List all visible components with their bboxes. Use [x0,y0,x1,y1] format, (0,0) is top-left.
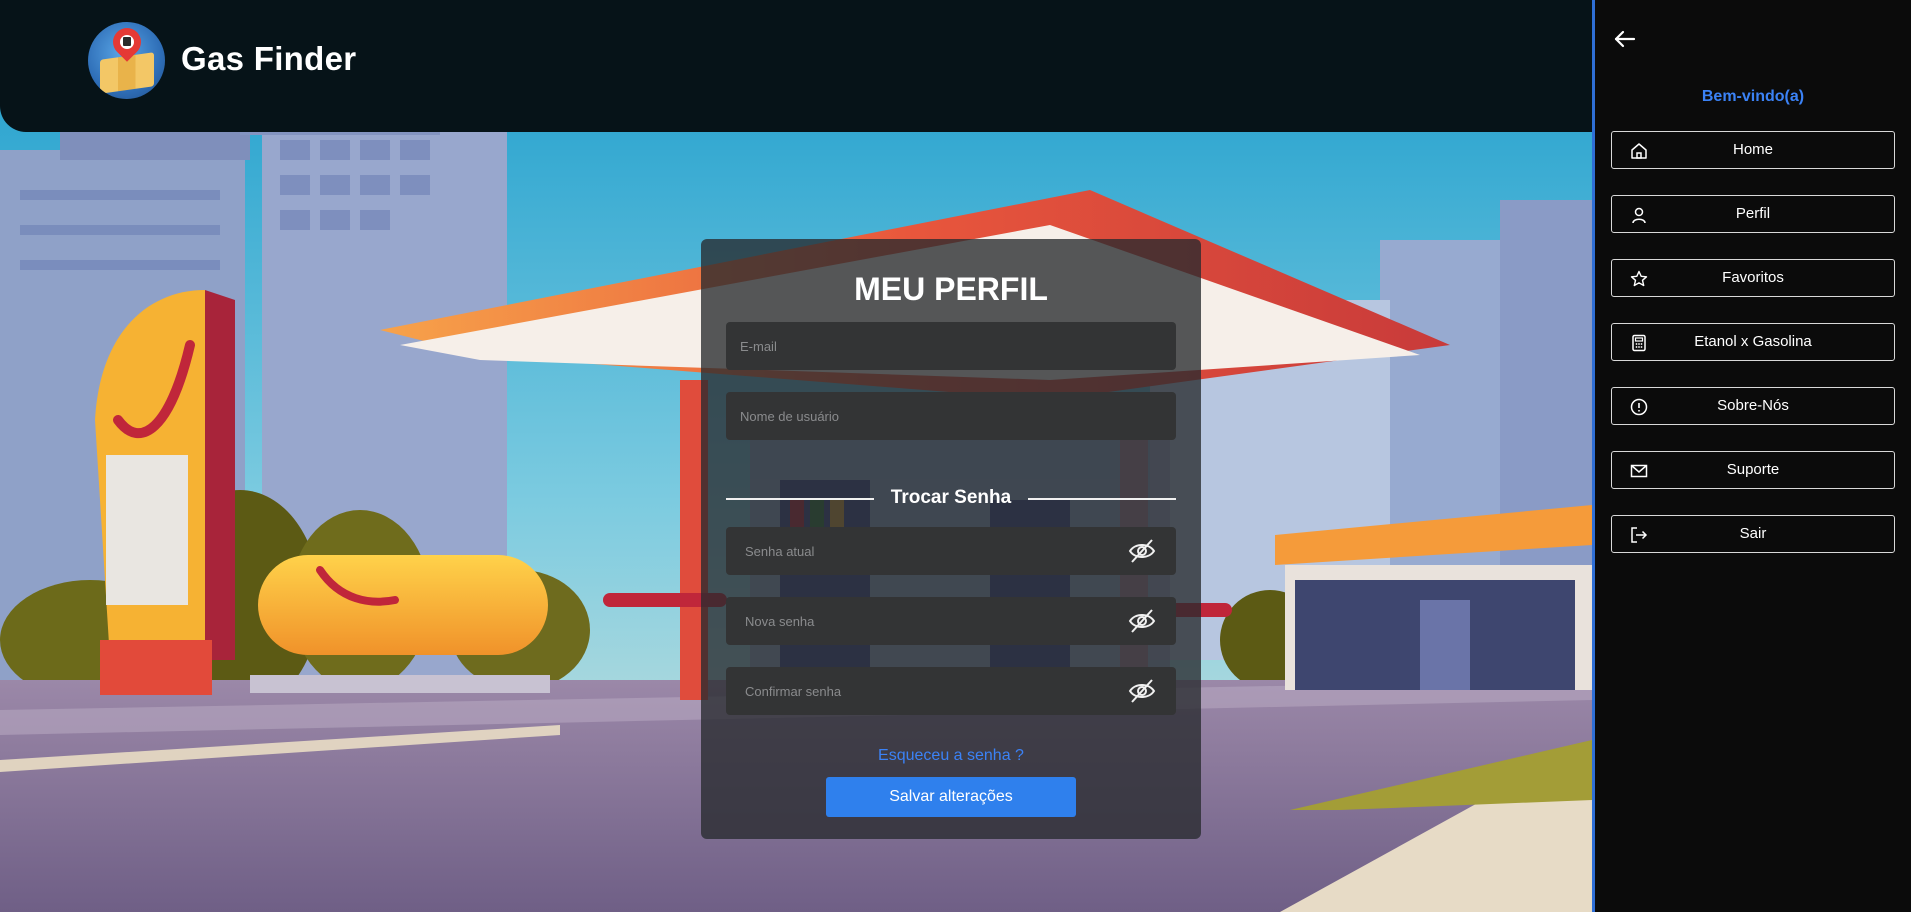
email-field-wrapper [726,322,1176,370]
save-changes-button[interactable]: Salvar alterações [826,777,1076,817]
page-title: MEU PERFIL [854,271,1048,307]
eye-off-icon[interactable] [1128,608,1156,634]
new-password-field[interactable] [726,597,1176,645]
arrow-left-icon[interactable] [1613,28,1637,50]
confirm-password-field[interactable] [726,667,1176,715]
sidebar-item-label: Sair [1739,525,1767,542]
confirm-password-wrapper [726,667,1176,715]
sidebar-item-sair[interactable]: Sair [1611,515,1895,553]
welcome-text: Bem-vindo(a) [1701,88,1805,105]
app-header: Gas Finder [0,0,1592,132]
sidebar-item-label: Favoritos [1722,269,1784,286]
profile-form-card: MEU PERFIL Trocar Senha Es [701,239,1201,839]
current-password-wrapper [726,527,1176,575]
sidebar-item-label: Perfil [1735,205,1771,222]
new-password-wrapper [726,597,1176,645]
side-menu: Bem-vindo(a) Home Perfil Favoritos Etano… [1592,0,1911,912]
gas-finder-logo-icon[interactable] [88,22,165,99]
sidebar-item-etanol-gasolina[interactable]: Etanol x Gasolina [1611,323,1895,361]
sidebar-item-home[interactable]: Home [1611,131,1895,169]
sidebar-item-suporte[interactable]: Suporte [1611,451,1895,489]
app-title[interactable]: Gas Finder [181,40,356,78]
change-password-divider: Trocar Senha [726,487,1176,509]
email-field[interactable] [726,322,1176,370]
divider-line-right [1028,498,1176,500]
sidebar-item-label: Etanol x Gasolina [1694,333,1812,350]
username-field[interactable] [726,392,1176,440]
sidebar-item-sobre-nos[interactable]: Sobre-Nós [1611,387,1895,425]
sidebar-item-label: Home [1732,141,1773,158]
fuel-pump-icon [123,37,131,46]
username-field-wrapper [726,392,1176,440]
current-password-field[interactable] [726,527,1176,575]
sidebar-item-favoritos[interactable]: Favoritos [1611,259,1895,297]
sidebar-item-perfil[interactable]: Perfil [1611,195,1895,233]
sidebar-item-label: Sobre-Nós [1717,397,1789,414]
eye-off-icon[interactable] [1128,538,1156,564]
eye-off-icon[interactable] [1128,678,1156,704]
forgot-password-link[interactable]: Esqueceu a senha ? [701,747,1201,765]
sidebar-item-label: Suporte [1726,461,1780,478]
